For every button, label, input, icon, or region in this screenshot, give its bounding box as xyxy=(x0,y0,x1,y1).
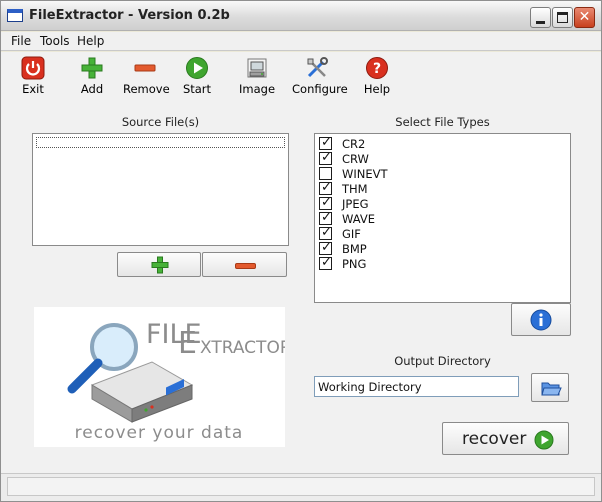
file-type-crw[interactable]: ✓ CRW xyxy=(319,150,369,166)
configure-label: Configure xyxy=(292,82,348,96)
file-types-list: ✓ CR2 ✓ CRW WINEVT ✓ THM ✓ JPEG ✓ WAVE ✓… xyxy=(314,133,571,303)
window-title: FileExtractor - Version 0.2b xyxy=(29,8,230,23)
menu-bar: File Tools Help xyxy=(1,32,601,51)
start-label: Start xyxy=(182,82,212,96)
plus-icon xyxy=(80,56,104,80)
start-button[interactable]: Start xyxy=(182,56,212,96)
image-label: Image xyxy=(239,82,276,96)
file-type-label: JPEG xyxy=(342,196,369,211)
checkbox[interactable]: ✓ xyxy=(319,150,332,165)
checkbox[interactable]: ✓ xyxy=(319,135,332,150)
file-type-label: CR2 xyxy=(342,136,366,151)
menu-help[interactable]: Help xyxy=(77,34,104,48)
image-button[interactable]: Image xyxy=(239,56,275,96)
checkbox[interactable]: ✓ xyxy=(319,195,332,210)
maximize-icon xyxy=(557,12,568,23)
close-icon: ✕ xyxy=(578,9,591,25)
output-directory-input[interactable] xyxy=(314,376,519,397)
file-type-wave[interactable]: ✓ WAVE xyxy=(319,210,376,226)
checkbox[interactable]: ✓ xyxy=(319,225,332,240)
play-icon xyxy=(185,56,209,80)
svg-text:?: ? xyxy=(373,61,381,77)
add-button[interactable]: Add xyxy=(77,56,107,96)
file-type-bmp[interactable]: ✓ BMP xyxy=(319,240,367,256)
status-bar xyxy=(1,473,601,501)
help-icon: ? xyxy=(365,56,389,80)
file-type-png[interactable]: ✓ PNG xyxy=(319,255,367,271)
logo-panel: FILE XTRACTOR E recover your data xyxy=(34,307,292,447)
file-type-label: CRW xyxy=(342,151,369,166)
file-type-label: WINEVT xyxy=(342,166,388,181)
file-type-winevt[interactable]: WINEVT xyxy=(319,166,388,181)
add-source-button[interactable] xyxy=(117,252,201,277)
close-button[interactable]: ✕ xyxy=(574,7,595,28)
source-files-label: Source File(s) xyxy=(121,115,200,129)
disk-image-icon xyxy=(245,56,269,80)
file-type-label: GIF xyxy=(342,226,361,241)
file-type-label: WAVE xyxy=(342,211,376,226)
add-label: Add xyxy=(80,82,104,96)
info-button[interactable] xyxy=(511,303,571,336)
exit-button[interactable]: Exit xyxy=(18,56,48,96)
maximize-button[interactable] xyxy=(552,7,573,28)
configure-button[interactable]: Configure xyxy=(292,56,348,96)
minus-icon xyxy=(235,263,256,269)
checkbox[interactable]: ✓ xyxy=(319,180,332,195)
minimize-icon xyxy=(536,21,545,24)
tools-icon xyxy=(305,56,329,80)
minimize-button[interactable] xyxy=(530,7,551,28)
app-window: FileExtractor - Version 0.2b ✕ File Tool… xyxy=(0,0,602,502)
status-bar-panel xyxy=(7,477,595,496)
power-icon xyxy=(21,56,45,80)
file-type-jpeg[interactable]: ✓ JPEG xyxy=(319,195,369,211)
open-folder-icon xyxy=(540,378,562,398)
minus-icon xyxy=(133,56,157,80)
main-panel: Source File(s) Select File Types ✓ CR2 ✓… xyxy=(1,102,601,473)
play-icon xyxy=(534,430,554,450)
app-window-icon xyxy=(7,9,23,22)
file-type-label: BMP xyxy=(342,241,367,256)
browse-folder-button[interactable] xyxy=(531,373,569,402)
file-type-label: THM xyxy=(342,181,368,196)
recover-label: recover xyxy=(462,429,527,449)
menu-tools[interactable]: Tools xyxy=(40,34,70,48)
toolbar: Exit Add Remove Start Image Configure ? … xyxy=(1,52,601,102)
info-icon xyxy=(530,309,552,331)
file-type-cr2[interactable]: ✓ CR2 xyxy=(319,135,366,151)
output-directory-label: Output Directory xyxy=(394,354,491,368)
menu-file[interactable]: File xyxy=(11,34,31,48)
help-label: Help xyxy=(363,82,391,96)
recover-button[interactable]: recover xyxy=(442,422,569,455)
exit-label: Exit xyxy=(22,82,44,96)
checkbox[interactable]: ✓ xyxy=(319,210,332,225)
logo-brand-line2: XTRACTOR xyxy=(200,338,285,358)
remove-button[interactable]: Remove xyxy=(123,56,170,96)
plus-icon xyxy=(151,256,169,274)
source-files-list[interactable] xyxy=(32,133,289,246)
logo-tagline: recover your data xyxy=(75,423,244,443)
file-types-label: Select File Types xyxy=(395,115,490,129)
svg-text:E: E xyxy=(178,326,197,361)
file-type-thm[interactable]: ✓ THM xyxy=(319,180,368,196)
checkbox[interactable] xyxy=(319,167,332,180)
remove-source-button[interactable] xyxy=(202,252,287,277)
title-bar: FileExtractor - Version 0.2b ✕ xyxy=(1,1,601,31)
remove-label: Remove xyxy=(123,82,170,96)
source-files-focus-row xyxy=(36,137,285,148)
checkbox[interactable]: ✓ xyxy=(319,255,332,270)
file-type-label: PNG xyxy=(342,256,367,271)
help-button[interactable]: ? Help xyxy=(362,56,392,96)
file-type-gif[interactable]: ✓ GIF xyxy=(319,225,361,241)
file-extractor-logo: FILE XTRACTOR E recover your data xyxy=(67,319,292,443)
checkbox[interactable]: ✓ xyxy=(319,240,332,255)
